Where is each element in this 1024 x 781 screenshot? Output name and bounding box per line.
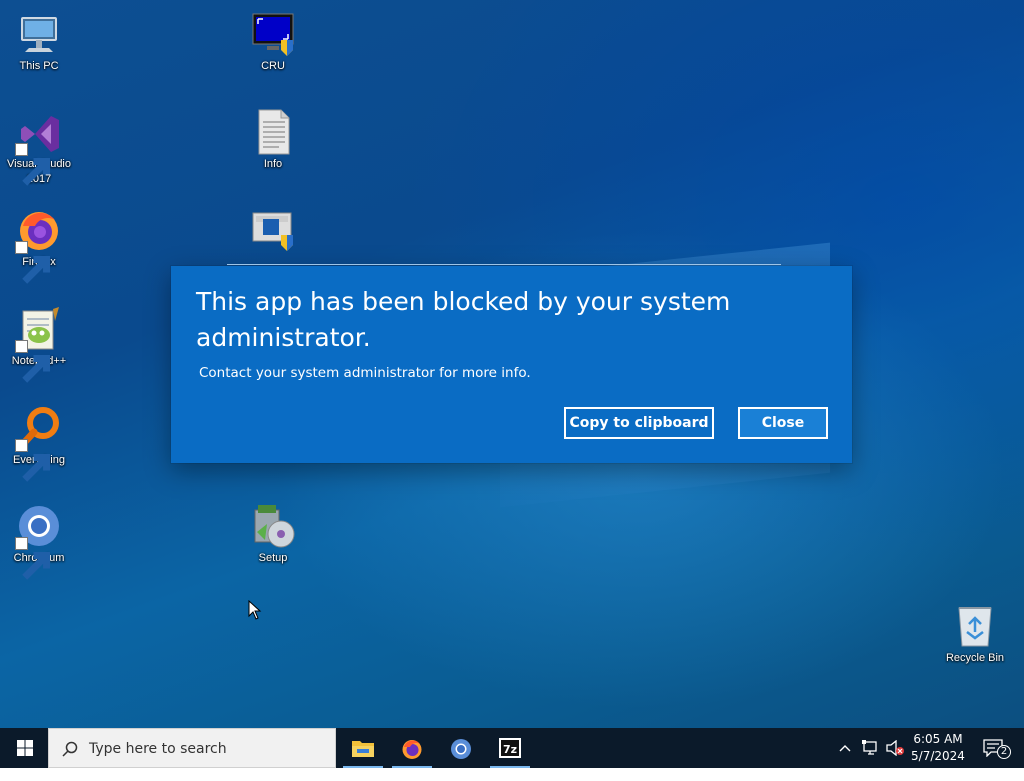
taskbar-file-explorer[interactable] bbox=[339, 728, 387, 768]
desktop-icon-label: This PC bbox=[19, 60, 59, 72]
firefox-icon bbox=[402, 740, 422, 759]
this-pc-icon bbox=[15, 10, 63, 58]
recycle-bin-icon bbox=[951, 602, 999, 650]
network-icon bbox=[862, 740, 877, 755]
desktop-icon-this-pc[interactable]: This PC bbox=[1, 10, 77, 74]
dialog-top-edge bbox=[227, 264, 781, 265]
chevron-up-icon bbox=[839, 745, 851, 752]
desktop-icon-everything[interactable]: Everything bbox=[1, 404, 77, 482]
chromium-icon bbox=[451, 739, 471, 759]
shortcut-arrow-icon bbox=[15, 143, 51, 186]
everything-search-icon bbox=[15, 404, 63, 482]
cru-monitor-icon bbox=[249, 10, 297, 58]
desktop-icon-setup[interactable]: Setup bbox=[235, 502, 311, 566]
taskbar-chromium[interactable] bbox=[437, 728, 485, 768]
dialog-message: Contact your system administrator for mo… bbox=[199, 365, 531, 381]
shortcut-arrow-icon bbox=[15, 439, 51, 482]
desktop-background: This PC Visual Studio 2017 Firefox Notep… bbox=[0, 0, 1024, 728]
text-document-icon bbox=[249, 108, 297, 156]
mouse-pointer-icon bbox=[248, 599, 262, 624]
desktop-icon-info[interactable]: Info bbox=[235, 108, 311, 172]
search-icon bbox=[62, 741, 78, 757]
chromium-icon bbox=[15, 502, 63, 580]
taskbar-firefox[interactable] bbox=[388, 728, 436, 768]
show-hidden-icons-button[interactable] bbox=[838, 741, 852, 781]
shortcut-arrow-icon bbox=[15, 537, 51, 580]
desktop-icon-recycle-bin[interactable]: Recycle Bin bbox=[937, 602, 1013, 666]
action-center-button[interactable]: 2 bbox=[978, 728, 1024, 768]
desktop-icon-label: Setup bbox=[258, 552, 288, 564]
close-button[interactable]: Close bbox=[738, 407, 828, 439]
copy-to-clipboard-button[interactable]: Copy to clipboard bbox=[564, 407, 714, 439]
blocked-app-dialog: This app has been blocked by your system… bbox=[171, 264, 852, 463]
desktop-icon-label: Info bbox=[263, 158, 283, 170]
clock-date: 5/7/2024 bbox=[911, 749, 965, 763]
file-explorer-icon bbox=[352, 741, 374, 757]
desktop-icon-reset-all[interactable] bbox=[235, 207, 311, 255]
speaker-muted-icon bbox=[886, 740, 904, 756]
clock-time: 6:05 AM bbox=[913, 732, 963, 746]
desktop-icon-visual-studio[interactable]: Visual Studio 2017 bbox=[1, 108, 77, 187]
windows-logo-icon bbox=[17, 740, 33, 756]
desktop-icon-cru[interactable]: CRU bbox=[235, 10, 311, 74]
taskbar-7zip[interactable]: 7z bbox=[486, 728, 534, 768]
notepadpp-icon bbox=[15, 305, 63, 383]
shortcut-arrow-icon bbox=[15, 241, 51, 284]
desktop-icon-label: CRU bbox=[261, 60, 285, 72]
volume-tray-icon[interactable] bbox=[886, 740, 904, 780]
svg-text:7z: 7z bbox=[503, 743, 517, 756]
visual-studio-icon bbox=[15, 108, 63, 186]
firefox-icon bbox=[15, 206, 63, 284]
taskbar-search-box[interactable]: Type here to search bbox=[48, 728, 336, 768]
desktop-icon-label: Recycle Bin bbox=[945, 652, 1005, 664]
start-button[interactable] bbox=[0, 728, 48, 768]
network-tray-icon[interactable] bbox=[862, 740, 880, 780]
desktop-icon-firefox[interactable]: Firefox bbox=[1, 206, 77, 284]
dialog-title: This app has been blocked by your system… bbox=[196, 287, 731, 352]
search-placeholder: Type here to search bbox=[89, 741, 227, 757]
setup-installer-icon bbox=[249, 502, 297, 550]
taskbar: Type here to search 7z 6:05 AM 5/7/2024 … bbox=[0, 728, 1024, 768]
desktop-icon-notepadpp[interactable]: Notepad++ bbox=[1, 305, 77, 383]
notification-count-badge: 2 bbox=[997, 745, 1011, 759]
shortcut-arrow-icon bbox=[15, 340, 51, 383]
reset-shortcut-icon bbox=[249, 207, 297, 255]
desktop-icon-chromium[interactable]: Chromium bbox=[1, 502, 77, 580]
taskbar-clock[interactable]: 6:05 AM 5/7/2024 bbox=[906, 731, 970, 765]
7zip-icon: 7z bbox=[499, 738, 521, 758]
